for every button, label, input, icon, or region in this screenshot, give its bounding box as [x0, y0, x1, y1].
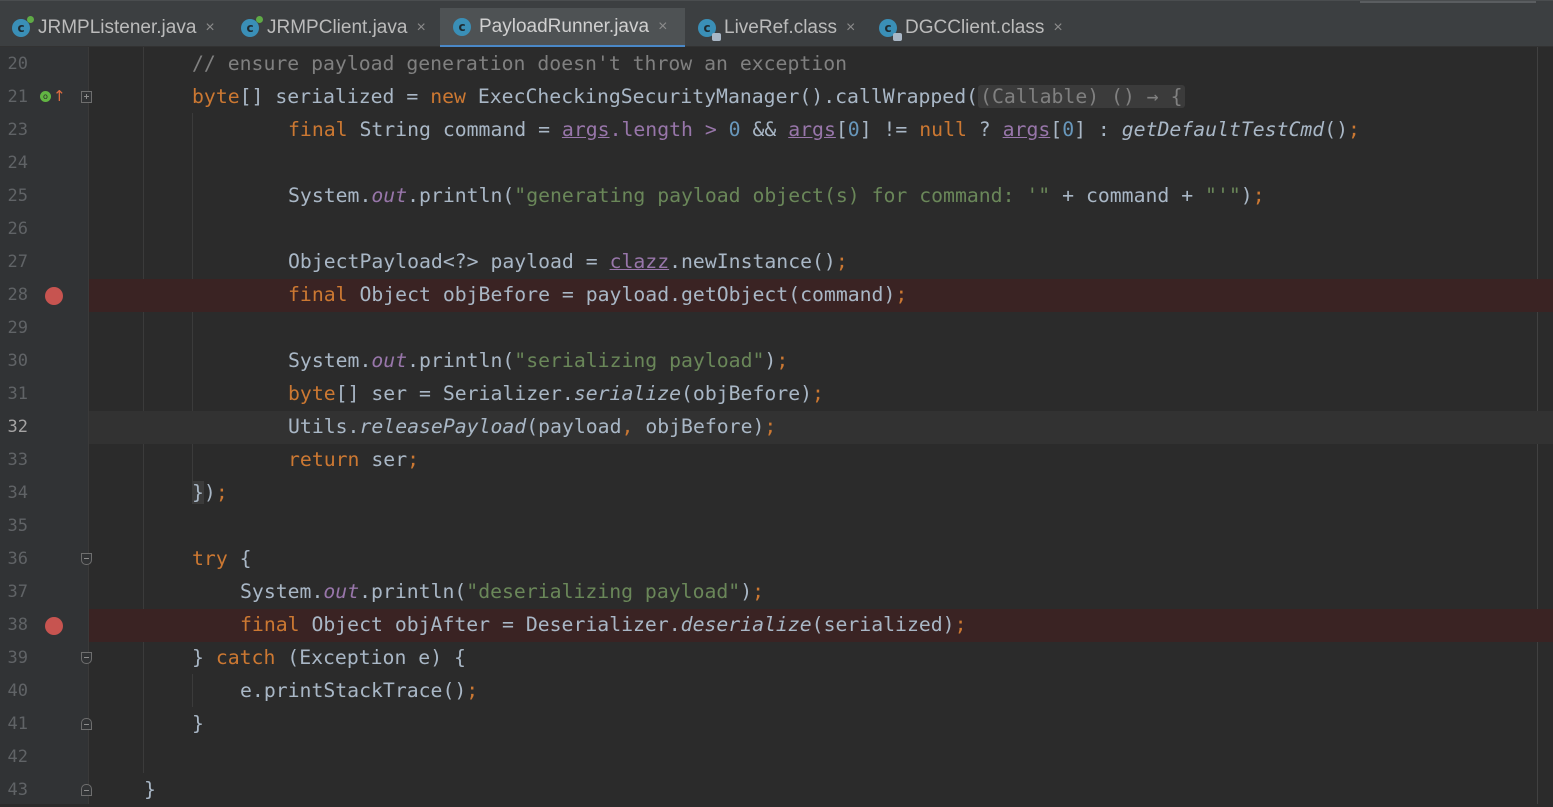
compiled-class-icon: c	[698, 19, 721, 41]
tab-label: DGCClient.class	[905, 17, 1045, 38]
code-line[interactable]: 36 try {	[0, 543, 1553, 576]
code-line[interactable]: 29	[0, 312, 1553, 345]
close-icon[interactable]: ×	[846, 19, 855, 37]
breakpoint-icon[interactable]	[45, 287, 63, 305]
line-number[interactable]: 32	[0, 417, 28, 437]
code-text: } catch (Exception e) {	[192, 646, 466, 669]
line-number[interactable]: 39	[0, 648, 28, 668]
tab-label: LiveRef.class	[724, 17, 837, 38]
code-line[interactable]: 41 }	[0, 708, 1553, 741]
line-number[interactable]: 33	[0, 450, 28, 470]
tab-label: PayloadRunner.java	[479, 15, 650, 37]
code-line[interactable]: 43 }	[0, 774, 1553, 807]
code-text: }	[144, 778, 156, 801]
code-text: Utils.releasePayload(payload, objBefore)…	[288, 415, 777, 438]
class-icon: c	[241, 16, 263, 37]
code-line[interactable]: 21 o ↑ byte[] serialized = new ExecChecki…	[0, 81, 1553, 114]
fold-expand-icon[interactable]	[81, 91, 92, 103]
code-text: }	[192, 712, 204, 735]
tab-payloadrunner[interactable]: c PayloadRunner.java ×	[440, 8, 685, 48]
code-line[interactable]: 31 byte[] ser = Serializer.serialize(obj…	[0, 378, 1553, 411]
line-number[interactable]: 28	[0, 285, 28, 305]
tab-jrmpclient[interactable]: c JRMPClient.java ×	[241, 9, 426, 47]
fold-end-icon[interactable]	[81, 784, 92, 796]
code-line[interactable]: 42	[0, 741, 1553, 774]
line-number[interactable]: 38	[0, 615, 28, 635]
line-number[interactable]: 31	[0, 384, 28, 404]
line-number[interactable]: 43	[0, 780, 28, 800]
code-text: ObjectPayload<?> payload = clazz.newInst…	[288, 250, 848, 273]
breakpoint-icon[interactable]	[45, 617, 63, 635]
line-number[interactable]: 41	[0, 714, 28, 734]
line-number[interactable]: 30	[0, 351, 28, 371]
code-line-breakpoint[interactable]: 38 final Object objAfter = Deserializer.…	[0, 609, 1553, 642]
line-number[interactable]: 27	[0, 252, 28, 272]
fold-collapse-icon[interactable]	[81, 553, 92, 565]
line-number[interactable]: 26	[0, 219, 28, 239]
code-text: System.out.println("generating payload o…	[288, 184, 1265, 207]
code-text: byte[] ser = Serializer.serialize(objBef…	[288, 382, 824, 405]
tab-scroll-indicator[interactable]	[1360, 1, 1536, 3]
line-number[interactable]: 20	[0, 54, 28, 74]
folded-lambda-hint[interactable]: (Callable) () → {	[978, 85, 1185, 108]
code-line-current[interactable]: 32 Utils.releasePayload(payload, objBefo…	[0, 411, 1553, 444]
fold-end-icon[interactable]	[81, 718, 92, 730]
code-line[interactable]: 39 } catch (Exception e) {	[0, 642, 1553, 675]
line-number[interactable]: 34	[0, 483, 28, 503]
code-line[interactable]: 37 System.out.println("deserializing pay…	[0, 576, 1553, 609]
code-line[interactable]: 27 ObjectPayload<?> payload = clazz.newI…	[0, 246, 1553, 279]
code-text: final Object objAfter = Deserializer.des…	[240, 613, 967, 636]
code-line[interactable]: 35	[0, 510, 1553, 543]
compiled-class-icon: c	[879, 19, 902, 41]
line-number[interactable]: 37	[0, 582, 28, 602]
code-line[interactable]: 30 System.out.println("serializing paylo…	[0, 345, 1553, 378]
tab-liveref[interactable]: c LiveRef.class ×	[698, 9, 855, 47]
code-line[interactable]: 26	[0, 213, 1553, 246]
code-text: System.out.println("serializing payload"…	[288, 349, 789, 372]
code-line[interactable]: 20 // ensure payload generation doesn't …	[0, 48, 1553, 81]
close-icon[interactable]: ×	[205, 19, 214, 37]
tab-label: JRMPListener.java	[38, 17, 197, 38]
line-number[interactable]: 25	[0, 186, 28, 206]
tab-jrmplistener[interactable]: c JRMPListener.java ×	[12, 9, 215, 47]
code-line[interactable]: 40 e.printStackTrace();	[0, 675, 1553, 708]
code-text: final String command = args.length > 0 &…	[288, 118, 1360, 141]
line-number[interactable]: 36	[0, 549, 28, 569]
code-text: try {	[192, 547, 252, 570]
code-text: });	[192, 481, 228, 504]
line-number[interactable]: 35	[0, 516, 28, 536]
code-text: final Object objBefore = payload.getObje…	[288, 283, 908, 306]
overrides-icon[interactable]: o ↑	[40, 88, 66, 106]
code-text: return ser;	[288, 448, 420, 471]
code-text: // ensure payload generation doesn't thr…	[192, 52, 848, 75]
code-line[interactable]: 34 });	[0, 477, 1553, 510]
line-number[interactable]: 23	[0, 120, 28, 140]
close-icon[interactable]: ×	[1053, 19, 1062, 37]
tab-label: JRMPClient.java	[267, 17, 408, 38]
class-icon: c	[12, 16, 34, 37]
tab-dgcclient[interactable]: c DGCClient.class ×	[879, 9, 1063, 47]
code-line[interactable]: 25 System.out.println("generating payloa…	[0, 180, 1553, 213]
class-icon: c	[453, 17, 471, 36]
code-text: System.out.println("deserializing payloa…	[240, 580, 765, 603]
editor-tab-bar: c JRMPListener.java × c JRMPClient.java …	[0, 0, 1553, 48]
fold-collapse-icon[interactable]	[81, 652, 92, 664]
close-icon[interactable]: ×	[416, 19, 425, 37]
line-number[interactable]: 29	[0, 318, 28, 338]
code-line-breakpoint[interactable]: 28 final Object objBefore = payload.getO…	[0, 279, 1553, 312]
code-editor[interactable]: 20 // ensure payload generation doesn't …	[0, 47, 1553, 804]
code-line[interactable]: 24	[0, 147, 1553, 180]
line-number[interactable]: 21	[0, 87, 28, 107]
close-icon[interactable]: ×	[658, 18, 667, 36]
code-text: e.printStackTrace();	[240, 679, 479, 702]
code-line[interactable]: 23 final String command = args.length > …	[0, 114, 1553, 147]
line-number[interactable]: 24	[0, 153, 28, 173]
code-line[interactable]: 33 return ser;	[0, 444, 1553, 477]
line-number[interactable]: 42	[0, 747, 28, 767]
line-number[interactable]: 40	[0, 681, 28, 701]
code-text: byte[] serialized = new ExecCheckingSecu…	[192, 85, 1185, 108]
